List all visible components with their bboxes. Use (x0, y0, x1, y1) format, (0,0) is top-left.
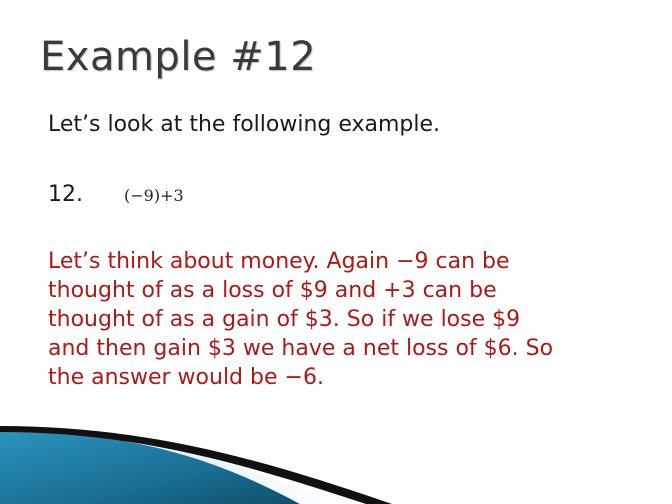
slide: Example #12 Let’s look at the following … (0, 0, 672, 504)
decorative-swoosh (0, 426, 392, 504)
